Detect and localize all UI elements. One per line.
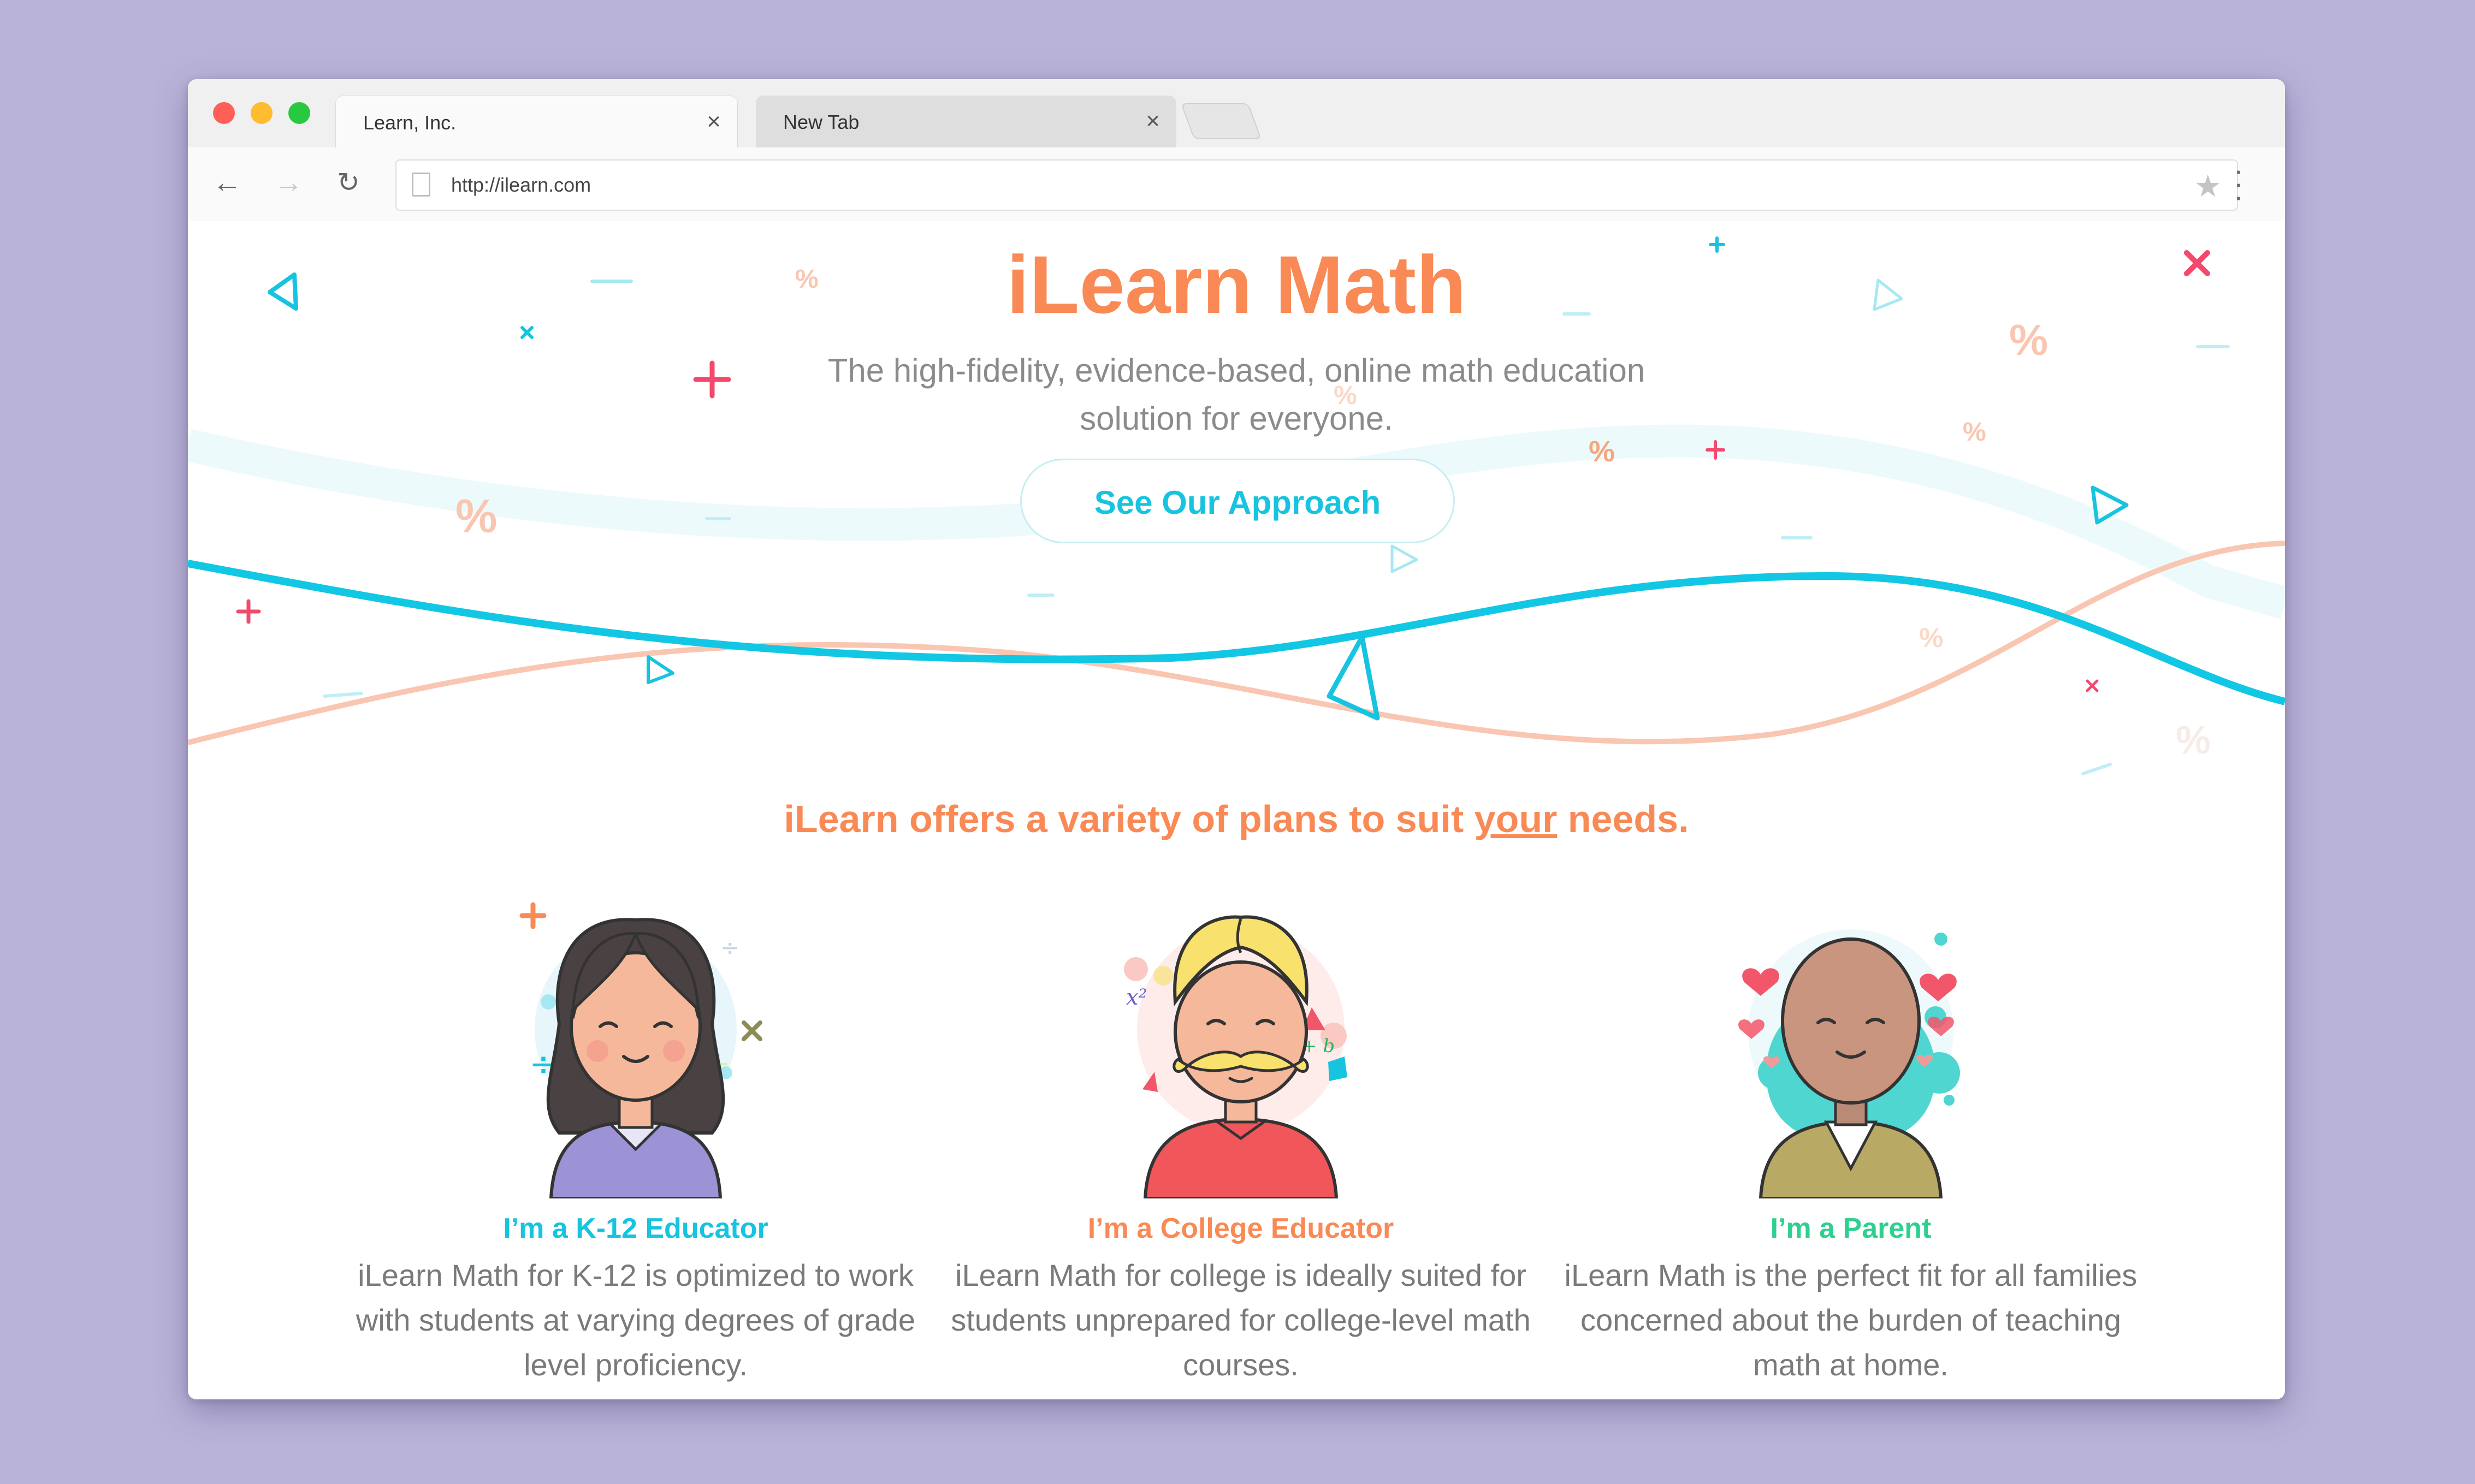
peach-wave xyxy=(188,541,2285,745)
page-icon xyxy=(412,173,430,197)
tab-new-tab[interactable]: New Tab × xyxy=(756,96,1176,147)
plan-card-parent: I’m a Parent iLearn Math is the perfect … xyxy=(1550,893,2151,1399)
plan-card-k12: ÷ + × ÷ I’m a K-12 xyxy=(335,893,936,1399)
menu-dots-icon[interactable]: · · · xyxy=(2230,156,2247,211)
minimize-window-button[interactable] xyxy=(251,102,273,124)
browser-toolbar: ← → ↻ http://ilearn.com ★ · · · xyxy=(188,147,2285,222)
svg-text:%: % xyxy=(2176,719,2211,762)
plans-heading-end: needs. xyxy=(1557,798,1689,840)
see-our-approach-button[interactable]: See Our Approach xyxy=(1020,459,1455,543)
close-tab-icon[interactable]: × xyxy=(707,108,721,135)
tab-learn-inc[interactable]: Learn, Inc. × xyxy=(335,96,738,148)
college-educator-title[interactable]: I’m a College Educator xyxy=(940,1212,1541,1245)
forward-arrow-icon[interactable]: → xyxy=(271,165,306,200)
k12-educator-title[interactable]: I’m a K-12 Educator xyxy=(335,1212,936,1245)
close-tab-icon[interactable]: × xyxy=(1146,108,1160,135)
maximize-window-button[interactable] xyxy=(288,102,310,124)
tab-label: New Tab xyxy=(783,111,860,133)
hero-subtitle: The high-fidelity, evidence-based, onlin… xyxy=(827,352,1645,437)
svg-text:%: % xyxy=(1963,418,1986,447)
svg-text:%: % xyxy=(1919,622,1943,653)
hero-title: iLearn Math xyxy=(1006,239,1466,330)
page-content: % % % % % % % % iLearn Math The high-fid… xyxy=(188,221,2285,1399)
parent-description: iLearn Math is the perfect fit for all f… xyxy=(1564,1258,2138,1382)
back-arrow-icon[interactable]: ← xyxy=(210,165,245,200)
plans-heading-emphasis: your xyxy=(1474,798,1558,840)
bookmark-star-icon[interactable]: ★ xyxy=(2194,168,2222,204)
parent-avatar xyxy=(1738,929,1960,1198)
svg-text:x²: x² xyxy=(1126,985,1147,1010)
college-educator-avatar: x² a + b xyxy=(1124,915,1347,1198)
k12-educator-description: iLearn Math for K-12 is optimized to wor… xyxy=(356,1258,916,1382)
svg-text:%: % xyxy=(455,490,497,543)
reload-icon[interactable]: ↻ xyxy=(331,165,366,200)
parent-title[interactable]: I’m a Parent xyxy=(1550,1212,2151,1245)
close-window-button[interactable] xyxy=(213,102,235,124)
cyan-wave xyxy=(188,560,2285,705)
browser-window: Learn, Inc. × New Tab × ← → ↻ http://ile… xyxy=(188,79,2285,1399)
plans-heading: iLearn offers a variety of plans to suit… xyxy=(188,797,2285,841)
plan-card-college: x² a + b I’m a College Educator iLearn M… xyxy=(940,893,1541,1399)
k12-educator-avatar: ÷ + × ÷ xyxy=(519,902,762,1198)
new-tab-button[interactable] xyxy=(1180,103,1262,139)
college-educator-description: iLearn Math for college is ideally suite… xyxy=(951,1258,1531,1382)
tab-label: Learn, Inc. xyxy=(363,111,457,134)
title-bar: Learn, Inc. × New Tab × xyxy=(188,79,2285,148)
url-text: http://ilearn.com xyxy=(451,174,591,196)
plans-heading-start: iLearn offers a variety of plans to suit xyxy=(784,798,1475,840)
address-bar[interactable]: http://ilearn.com ★ xyxy=(395,159,2238,211)
svg-text:÷: ÷ xyxy=(720,934,739,961)
